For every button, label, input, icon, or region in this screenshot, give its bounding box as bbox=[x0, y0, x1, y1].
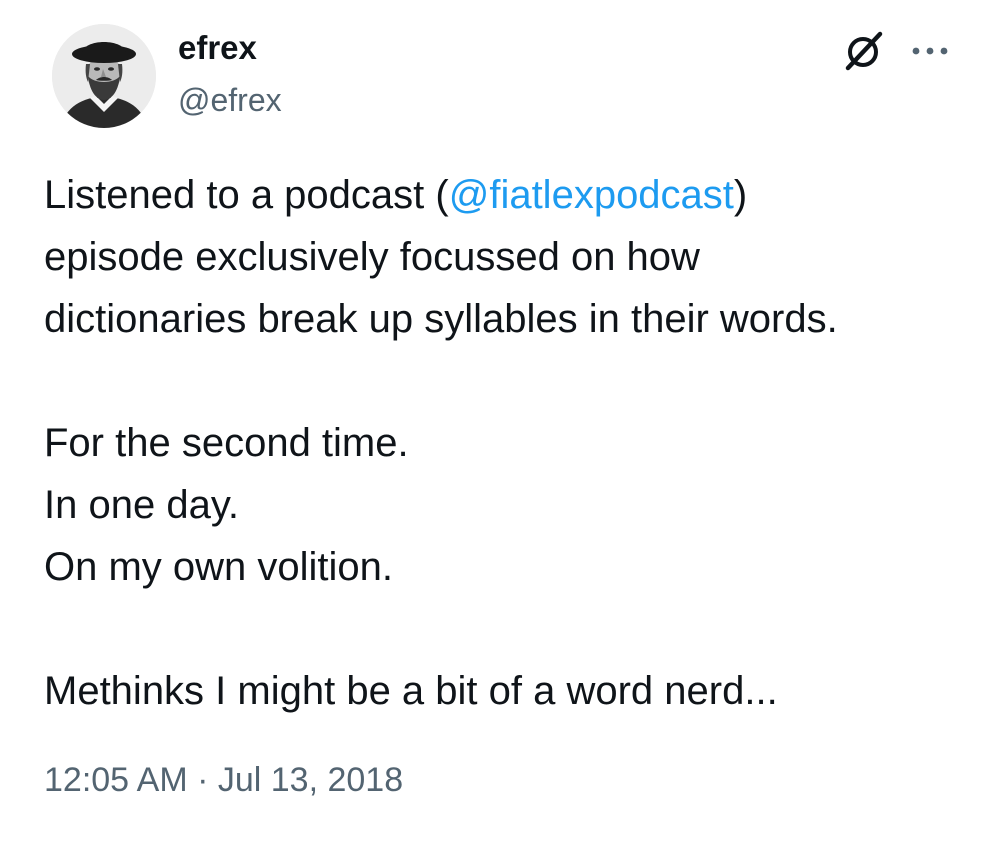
tweet-line: dictionaries break up syllables in their… bbox=[44, 297, 838, 341]
more-options-icon[interactable] bbox=[906, 36, 954, 66]
grok-icon[interactable] bbox=[840, 28, 886, 74]
mention-link[interactable]: @fiatlexpodcast bbox=[449, 173, 734, 217]
tweet-line: Listened to a podcast (@fiatlexpodcast) bbox=[44, 164, 974, 226]
tweet-line: For the second time. bbox=[44, 421, 409, 465]
tweet-line: Methinks I might be a bit of a word nerd… bbox=[44, 669, 778, 713]
tweet-card: efrex @efrex Listened to a podcast (@fia… bbox=[0, 0, 1000, 847]
avatar[interactable] bbox=[52, 24, 156, 128]
tweet-text-segment: ) bbox=[733, 173, 748, 217]
tweet-line: In one day. bbox=[44, 483, 239, 527]
author-handle[interactable]: @efrex bbox=[178, 80, 282, 120]
tweet-timestamp[interactable]: 12:05 AM · Jul 13, 2018 bbox=[44, 756, 403, 804]
tweet-line: On my own volition. bbox=[44, 545, 394, 589]
portrait-image bbox=[52, 24, 156, 128]
tweet-text-segment: Listened to a podcast ( bbox=[44, 173, 449, 217]
author-display-name[interactable]: efrex bbox=[178, 28, 257, 68]
tweet-line: episode exclusively focussed on how bbox=[44, 235, 700, 279]
tweet-text: Listened to a podcast (@fiatlexpodcast) … bbox=[44, 164, 974, 722]
